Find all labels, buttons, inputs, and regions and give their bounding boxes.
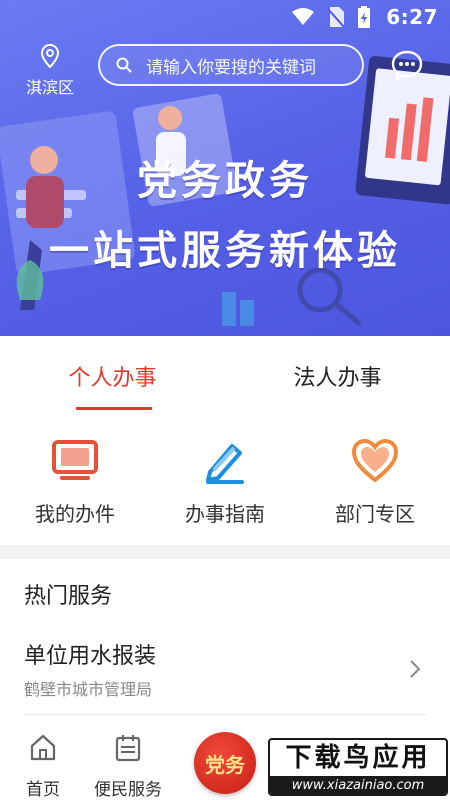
nav-home-label: 首页 bbox=[26, 780, 60, 800]
shortcut-departments[interactable]: 部门专区 bbox=[300, 430, 450, 540]
location-selector[interactable]: 淇滨区 bbox=[22, 43, 78, 98]
search-placeholder: 请输入你要搜的关键词 bbox=[146, 57, 316, 78]
tab-bar: 个人办事 法人办事 bbox=[0, 336, 450, 412]
pen-icon bbox=[206, 444, 244, 484]
list-item[interactable]: 单位用水报装 鹤壁市城市管理局 bbox=[0, 630, 450, 714]
watermark-url: www.xiazainiao.com bbox=[270, 776, 446, 794]
shortcut-guide[interactable]: 办事指南 bbox=[150, 430, 300, 540]
list-divider bbox=[24, 714, 426, 715]
service-department: 鹤壁市城市管理局 bbox=[24, 680, 153, 699]
shortcut-grid: 我的办件 办事指南 部门专区 bbox=[0, 430, 450, 540]
shortcut-my-cases[interactable]: 我的办件 bbox=[0, 430, 150, 540]
home-icon bbox=[30, 734, 56, 761]
status-bar: 6:27 bbox=[0, 0, 450, 34]
service-title: 单位用水报装 bbox=[24, 644, 157, 669]
shortcut-my-cases-label: 我的办件 bbox=[35, 502, 115, 526]
map-pin-icon bbox=[40, 43, 60, 69]
tab-personal-label: 个人办事 bbox=[68, 366, 157, 391]
party-affairs-button[interactable]: 党务 bbox=[194, 732, 256, 794]
location-label: 淇滨区 bbox=[25, 78, 74, 97]
watermark-title: 下载鸟应用 bbox=[285, 743, 431, 773]
tab-legal-entity-label: 法人办事 bbox=[293, 366, 382, 391]
heart-icon bbox=[351, 438, 399, 483]
tab-legal-entity[interactable]: 法人办事 bbox=[225, 336, 450, 412]
hot-services-title: 热门服务 bbox=[24, 584, 113, 609]
search-icon bbox=[116, 57, 132, 73]
watermark-logo: 下载鸟应用 www.xiazainiao.com bbox=[268, 738, 448, 796]
no-sim-icon bbox=[328, 7, 344, 27]
nav-home[interactable]: 首页 bbox=[20, 732, 66, 800]
active-tab-indicator bbox=[76, 407, 152, 410]
nav-services-label: 便民服务 bbox=[94, 780, 162, 800]
section-divider bbox=[0, 545, 450, 559]
hero-banner[interactable]: 6:27 淇滨区 请输入你要搜的关键词 党务政务 一站式服务新体验 bbox=[0, 0, 450, 336]
status-time: 6:27 bbox=[386, 5, 438, 29]
battery-icon bbox=[358, 6, 370, 28]
monitor-icon bbox=[52, 440, 98, 480]
banner-headline: 党务政务 bbox=[137, 158, 313, 204]
calendar-icon bbox=[115, 735, 141, 762]
wifi-icon bbox=[292, 8, 314, 25]
chevron-right-icon bbox=[410, 660, 421, 678]
banner-subheadline: 一站式服务新体验 bbox=[49, 228, 401, 274]
search-input[interactable]: 请输入你要搜的关键词 bbox=[98, 44, 364, 86]
shortcut-guide-label: 办事指南 bbox=[185, 502, 265, 526]
shortcut-departments-label: 部门专区 bbox=[335, 502, 415, 526]
message-icon[interactable] bbox=[390, 48, 424, 82]
tab-personal[interactable]: 个人办事 bbox=[0, 336, 225, 412]
nav-services[interactable]: 便民服务 bbox=[90, 732, 166, 800]
